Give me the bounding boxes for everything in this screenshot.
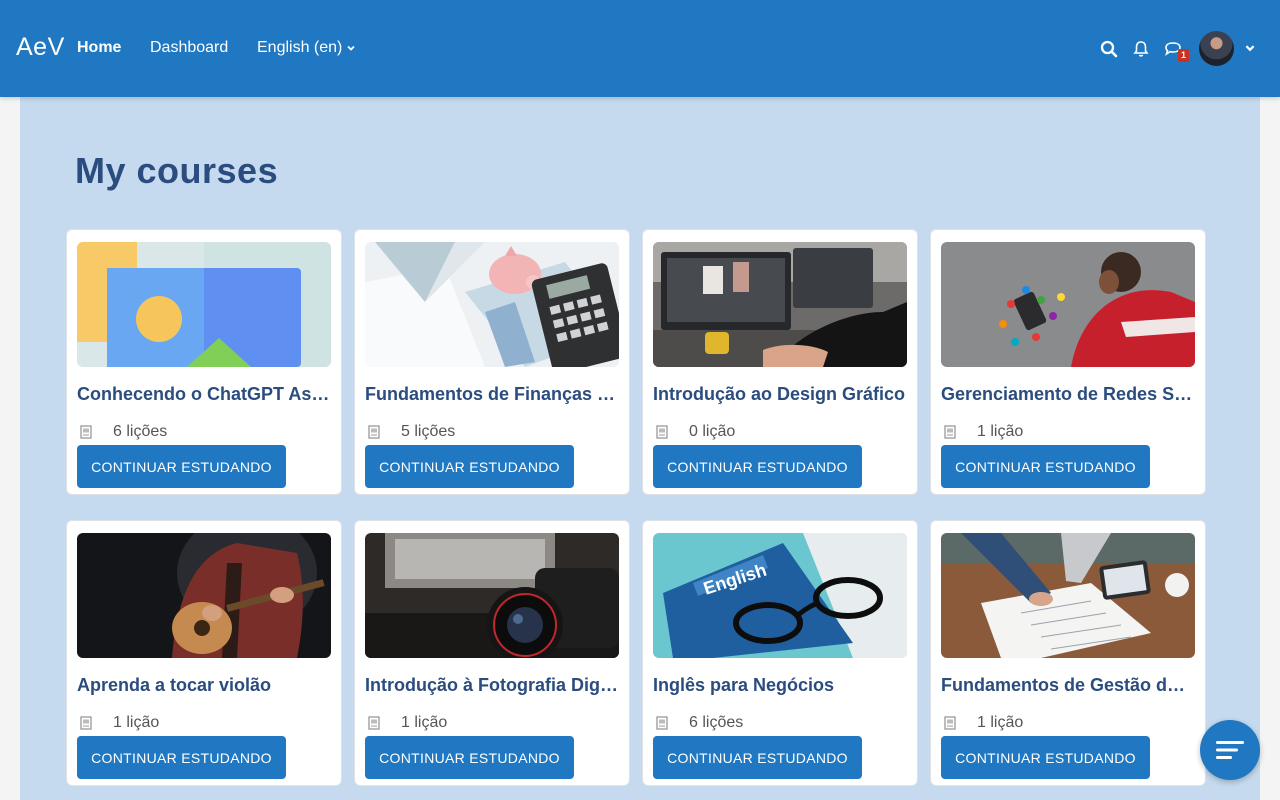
- course-image[interactable]: [941, 242, 1195, 367]
- course-title[interactable]: Introdução ao Design Gráfico: [653, 384, 907, 405]
- top-navbar: AeV Home Dashboard English (en) 1: [0, 0, 1280, 97]
- bell-icon[interactable]: [1130, 38, 1152, 60]
- lesson-count: 6 lições: [655, 714, 743, 732]
- lesson-icon: [944, 425, 956, 439]
- page-title: My courses: [75, 150, 279, 191]
- continue-studying-button[interactable]: CONTINUAR ESTUDANDO: [941, 445, 1150, 488]
- social-media-phone-photo: [941, 242, 1195, 367]
- continue-studying-button[interactable]: CONTINUAR ESTUDANDO: [365, 736, 574, 779]
- course-image[interactable]: [77, 242, 331, 367]
- course-image[interactable]: [365, 533, 619, 658]
- course-image[interactable]: [653, 242, 907, 367]
- lesson-icon: [80, 425, 92, 439]
- continue-studying-button[interactable]: CONTINUAR ESTUDANDO: [653, 736, 862, 779]
- team-planning-photo: [941, 533, 1195, 658]
- course-image[interactable]: [77, 533, 331, 658]
- lesson-count: 1 lição: [943, 714, 1023, 732]
- site-logo[interactable]: AeV: [16, 33, 65, 62]
- drawer-toggle-button[interactable]: [1200, 720, 1260, 780]
- course-image[interactable]: [941, 533, 1195, 658]
- camera-lens-photo: [365, 533, 619, 658]
- lesson-count-text: 1 lição: [113, 714, 160, 731]
- course-title[interactable]: Gerenciamento de Redes Soc…: [941, 384, 1195, 405]
- nav-dashboard-link[interactable]: Dashboard: [150, 39, 228, 57]
- course-title[interactable]: Fundamentos de Gestão de P…: [941, 675, 1195, 696]
- lesson-icon: [80, 716, 92, 730]
- lesson-count: 1 lição: [943, 423, 1023, 441]
- lesson-count-text: 1 lição: [401, 714, 448, 731]
- course-card[interactable]: Conhecendo o ChatGPT Assi… 6 lições CONT…: [66, 229, 342, 495]
- lesson-count-text: 1 lição: [977, 423, 1024, 440]
- continue-studying-button[interactable]: CONTINUAR ESTUDANDO: [653, 445, 862, 488]
- guitar-player-photo: [77, 533, 331, 658]
- message-count-badge: 1: [1178, 49, 1189, 62]
- lesson-count: 0 lição: [655, 423, 735, 441]
- course-title[interactable]: Conhecendo o ChatGPT Assi…: [77, 384, 331, 405]
- course-card[interactable]: Fundamentos de Finanças Pe… 5 lições CON…: [354, 229, 630, 495]
- lesson-count-text: 6 lições: [689, 714, 744, 731]
- lesson-count-text: 1 lição: [977, 714, 1024, 731]
- continue-studying-button[interactable]: CONTINUAR ESTUDANDO: [365, 445, 574, 488]
- lesson-count-text: 0 lição: [689, 423, 736, 440]
- drawer-menu-icon: [1216, 741, 1244, 759]
- course-title[interactable]: Aprenda a tocar violão: [77, 675, 331, 696]
- lesson-icon: [656, 425, 668, 439]
- course-card[interactable]: Aprenda a tocar violão 1 lição CONTINUAR…: [66, 520, 342, 786]
- lesson-count: 1 lição: [367, 714, 447, 732]
- english-book-glasses-photo: English: [653, 533, 907, 658]
- lesson-count: 5 lições: [367, 423, 455, 441]
- user-menu-chevron-icon[interactable]: [1244, 42, 1256, 54]
- course-card[interactable]: Gerenciamento de Redes Soc… 1 lição CONT…: [930, 229, 1206, 495]
- course-card[interactable]: English Inglês para Negócios 6 lições CO…: [642, 520, 918, 786]
- placeholder-image: [77, 242, 331, 367]
- nav-home-link[interactable]: Home: [77, 39, 121, 57]
- lesson-count-text: 5 lições: [401, 423, 456, 440]
- continue-studying-button[interactable]: CONTINUAR ESTUDANDO: [941, 736, 1150, 779]
- designer-workstation-photo: [653, 242, 907, 367]
- course-card[interactable]: Introdução à Fotografia Digital 1 lição …: [354, 520, 630, 786]
- course-title[interactable]: Fundamentos de Finanças Pe…: [365, 384, 619, 405]
- chevron-down-icon: [347, 45, 356, 51]
- lesson-icon: [368, 716, 380, 730]
- continue-studying-button[interactable]: CONTINUAR ESTUDANDO: [77, 445, 286, 488]
- user-avatar[interactable]: [1199, 31, 1234, 66]
- lesson-count: 6 lições: [79, 423, 167, 441]
- lesson-icon: [368, 425, 380, 439]
- course-card[interactable]: Fundamentos de Gestão de P… 1 lição CONT…: [930, 520, 1206, 786]
- lesson-count-text: 6 lições: [113, 423, 168, 440]
- course-image[interactable]: [365, 242, 619, 367]
- lesson-count: 1 lição: [79, 714, 159, 732]
- language-label: English (en): [257, 39, 343, 56]
- language-menu[interactable]: English (en): [257, 39, 356, 57]
- piggy-bank-calculator-photo: [365, 242, 619, 367]
- search-icon[interactable]: [1098, 38, 1120, 60]
- course-title[interactable]: Inglês para Negócios: [653, 675, 907, 696]
- lesson-icon: [656, 716, 668, 730]
- course-card[interactable]: Introdução ao Design Gráfico 0 lição CON…: [642, 229, 918, 495]
- lesson-icon: [944, 716, 956, 730]
- course-image[interactable]: English: [653, 533, 907, 658]
- continue-studying-button[interactable]: CONTINUAR ESTUDANDO: [77, 736, 286, 779]
- course-title[interactable]: Introdução à Fotografia Digital: [365, 675, 619, 696]
